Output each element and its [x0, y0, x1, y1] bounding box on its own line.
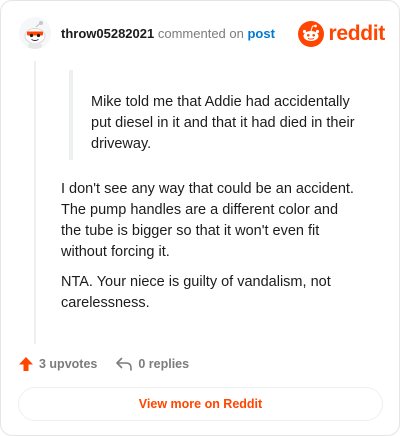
reply-arrow-icon[interactable] [115, 356, 133, 372]
reddit-brand[interactable]: reddit [298, 21, 385, 47]
reddit-logo-icon [298, 21, 325, 47]
comment-paragraph: I don't see any way that could be an acc… [61, 181, 354, 260]
username[interactable]: throw05282021 [61, 26, 154, 41]
upvote-count: 3 upvotes [39, 357, 98, 371]
action-text: commented on [157, 26, 244, 41]
quote-line: driveway. [91, 136, 152, 152]
snoo-avatar-icon [19, 17, 51, 49]
comment-paragraph: NTA. Your niece is guilty of vandalism, … [61, 274, 331, 311]
upvote-arrow-icon[interactable] [18, 356, 34, 372]
reply-count: 0 replies [138, 357, 190, 371]
post-link[interactable]: post [247, 26, 274, 41]
comment-footer: 3 upvotes 0 replies [18, 354, 189, 374]
quote-line: put diesel in it and that it had died in… [91, 115, 355, 131]
blockquote: Mike told me that Addie had accidentally… [69, 70, 361, 160]
quote-line: Mike told me that Addie had accidentally [91, 94, 350, 110]
comment-embed-card: throw05282021 commented on post reddit M… [0, 0, 400, 436]
avatar[interactable] [19, 17, 51, 49]
reddit-wordmark: reddit [328, 22, 385, 45]
view-more-button[interactable]: View more on Reddit [18, 387, 383, 421]
thread-line[interactable] [34, 61, 36, 344]
comment-header: throw05282021 commented on post reddit [19, 17, 385, 51]
byline: throw05282021 commented on post [61, 26, 275, 41]
